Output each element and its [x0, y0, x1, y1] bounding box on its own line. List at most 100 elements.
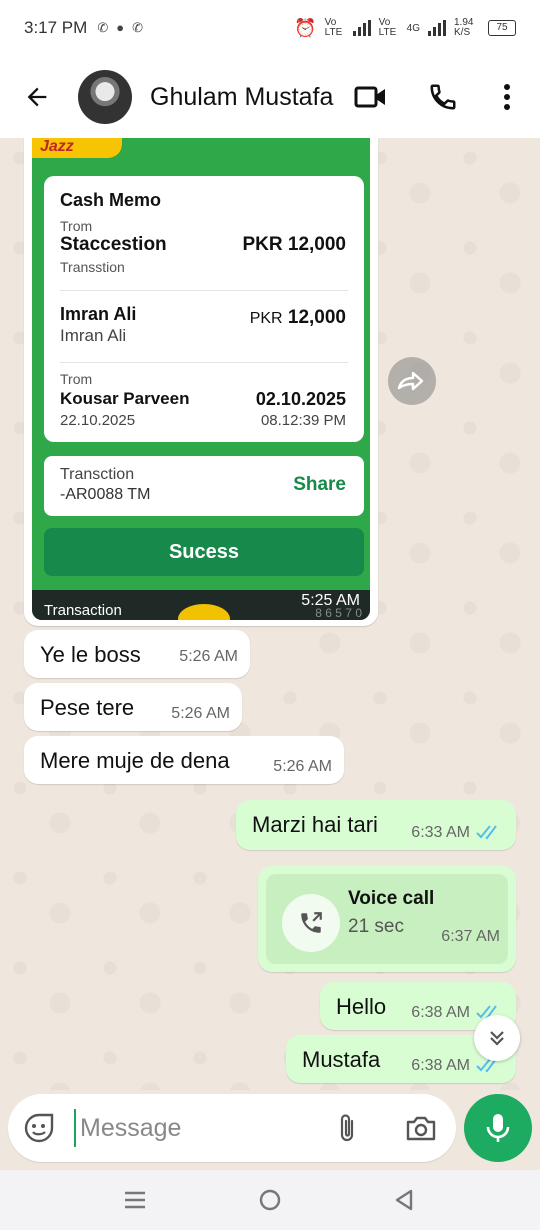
transaction-card: Transction -AR0088 TM Share: [44, 456, 364, 516]
camera-button[interactable]: [402, 1109, 440, 1147]
sender-label: Trom: [60, 371, 93, 387]
receipt-title: Cash Memo: [60, 190, 162, 210]
jazz-logo: Jazz: [32, 138, 122, 158]
message-time: 6:38 AM: [411, 1004, 470, 1021]
txn-label: Transction: [60, 466, 135, 483]
more-vert-icon: [504, 84, 510, 110]
share-link: Share: [293, 474, 346, 495]
voice-call-message[interactable]: Voice call 21 sec 6:37 AM: [258, 866, 516, 972]
back-nav-icon: [395, 1189, 413, 1211]
message-time: 5:25 AM: [301, 592, 360, 609]
divider: [60, 362, 348, 363]
recents-icon: [125, 1191, 145, 1209]
to-sub: Imran Ali: [60, 326, 127, 345]
sticker-icon: [24, 1113, 54, 1143]
to-amount: 12,000: [287, 307, 346, 328]
camera-icon: [406, 1116, 436, 1141]
recents-button[interactable]: [115, 1184, 155, 1216]
from-label: Trom: [60, 218, 93, 234]
voice-call-icon: [301, 912, 322, 933]
message-text: Ye le boss: [40, 642, 141, 667]
home-button[interactable]: [250, 1184, 290, 1216]
sender-name: Kousar Parveen: [60, 389, 190, 408]
success-banner: Sucess: [44, 528, 364, 576]
voice-call-title: Voice call: [348, 888, 435, 909]
voice-call-duration: 21 sec: [348, 916, 404, 937]
message-time: 6:33 AM: [411, 824, 470, 841]
forward-icon: [397, 371, 424, 391]
coin-graphic: [178, 604, 230, 620]
forward-button[interactable]: [388, 357, 436, 405]
scroll-to-bottom-button[interactable]: [474, 1015, 520, 1061]
voice-call-button[interactable]: [420, 74, 466, 120]
video-call-icon: [354, 86, 385, 108]
transaction-label: Transaction: [44, 602, 122, 619]
message-text: Mere muje de dena: [40, 748, 230, 773]
more-options-button[interactable]: [484, 74, 530, 120]
message-bubble[interactable]: Mere muje de dena 5:26 AM: [24, 736, 344, 784]
to-currency: PKR: [249, 310, 283, 327]
sender-date: 22.10.2025: [60, 412, 136, 429]
contact-name[interactable]: Ghulam Mustafa: [150, 83, 340, 112]
chat-bubble-icon: ●: [116, 20, 125, 35]
txn-id: -AR0088 TM: [60, 486, 151, 503]
message-time: 5:26 AM: [273, 758, 332, 775]
receipt-time: 08.12:39 PM: [260, 412, 346, 429]
message-time: 5:26 AM: [171, 705, 230, 722]
alarm-icon: ⏰: [294, 17, 317, 38]
message-bubble[interactable]: Pese tere 5:26 AM: [24, 683, 242, 731]
battery-icon: 75: [488, 20, 516, 36]
divider: [60, 290, 348, 291]
home-icon: [259, 1189, 281, 1211]
video-call-button[interactable]: [348, 74, 394, 120]
network-label-3: 4G: [406, 22, 420, 34]
receipt-date: 02.10.2025: [255, 389, 346, 409]
chat-header: Ghulam Mustafa: [0, 56, 540, 138]
voice-call-card[interactable]: Voice call 21 sec 6:37 AM: [266, 874, 508, 964]
missed-call-icon: ✆: [97, 20, 109, 35]
chat-area[interactable]: Jazz Cash Memo Trom Staccestion PKR 12,0…: [0, 138, 540, 1090]
message-text: Mustafa: [302, 1047, 381, 1072]
composer: [8, 1094, 456, 1162]
receipt-bottom-strip: Transaction 8 6 5 7 0 5:25 AM: [32, 590, 370, 620]
cash-memo-card: Cash Memo Trom Staccestion PKR 12,000 Tr…: [44, 176, 364, 442]
missed-call-icon: ✆: [132, 20, 143, 35]
sticker-button[interactable]: [20, 1109, 58, 1147]
image-message[interactable]: Jazz Cash Memo Trom Staccestion PKR 12,0…: [24, 138, 378, 626]
from-sub: Transstion: [60, 259, 125, 275]
signal-icon: [428, 20, 446, 36]
read-receipt-icon: [476, 825, 497, 840]
from-amount: PKR 12,000: [242, 234, 346, 255]
network-label-2: Vo LTE: [378, 17, 397, 38]
to-name: Imran Ali: [60, 304, 137, 324]
message-time: 5:26 AM: [179, 648, 238, 665]
status-time: 3:17 PM: [24, 18, 88, 37]
avatar[interactable]: [78, 70, 132, 124]
double-chevron-down-icon: [490, 1031, 504, 1046]
system-back-button[interactable]: [384, 1184, 424, 1216]
mic-icon: [486, 1114, 510, 1142]
network-label-1: Vo LTE: [324, 17, 343, 38]
attach-button[interactable]: [328, 1109, 366, 1147]
message-bubble[interactable]: Ye le boss 5:26 AM: [24, 630, 250, 678]
signal-icon: [352, 20, 371, 36]
message-text: Pese tere: [40, 695, 135, 720]
message-input[interactable]: [74, 1109, 314, 1147]
to-amount-row: PKR 12,000: [250, 307, 346, 329]
message-text: Marzi hai tari: [252, 812, 378, 837]
back-button[interactable]: [12, 72, 62, 122]
message-text: Hello: [336, 994, 387, 1019]
attach-icon: [340, 1114, 354, 1142]
from-name: Staccestion: [60, 234, 167, 255]
voice-message-button[interactable]: [464, 1094, 532, 1162]
status-bar: 3:17 PM ✆ ● ✆ ⏰ Vo LTE Vo LTE 4G 1.94 K/…: [0, 0, 540, 56]
back-arrow-icon: [27, 87, 47, 107]
message-time: 6:37 AM: [441, 928, 500, 945]
message-time: 6:38 AM: [411, 1057, 470, 1074]
receipt-image[interactable]: Jazz Cash Memo Trom Staccestion PKR 12,0…: [32, 138, 370, 620]
message-bubble[interactable]: Marzi hai tari 6:33 AM: [236, 800, 516, 850]
network-speed: 1.94 K/S: [454, 17, 474, 38]
phone-icon: [430, 84, 456, 110]
voice-call-icon-wrap: [282, 894, 340, 952]
system-nav-bar: [0, 1170, 540, 1230]
